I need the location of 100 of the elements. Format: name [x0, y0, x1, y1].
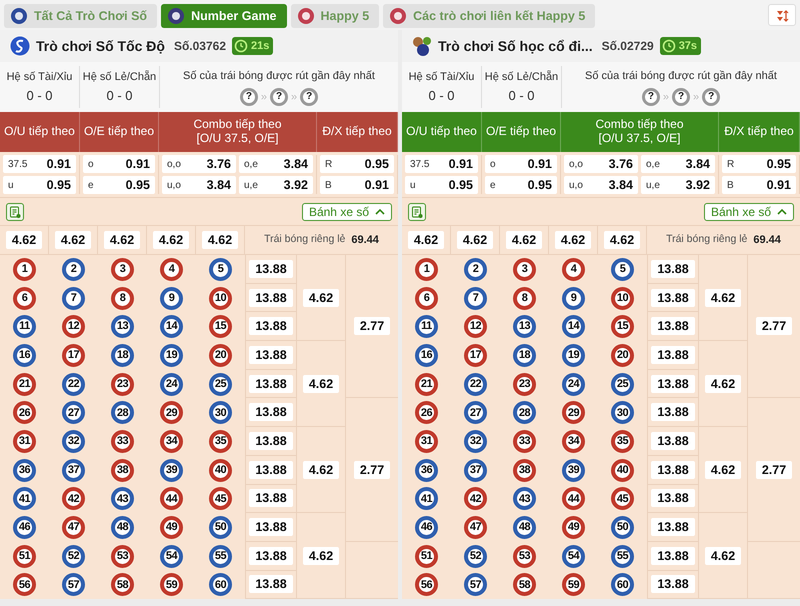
number-ball[interactable]: 39: [562, 458, 585, 482]
number-ball[interactable]: 34: [562, 430, 585, 453]
number-ball[interactable]: 36: [415, 458, 438, 482]
game-tab[interactable]: Number Game: [161, 4, 287, 28]
number-ball[interactable]: 14: [160, 315, 183, 338]
odds-button[interactable]: 13.88: [651, 460, 695, 479]
number-ball[interactable]: 18: [513, 344, 536, 367]
number-ball[interactable]: 21: [415, 372, 438, 396]
odds-button[interactable]: 13.88: [249, 288, 293, 307]
number-ball[interactable]: 41: [415, 487, 438, 510]
number-ball[interactable]: 33: [111, 430, 134, 453]
number-ball[interactable]: 31: [13, 430, 36, 453]
odds-button[interactable]: 13.88: [651, 489, 695, 508]
number-ball[interactable]: 41: [13, 487, 36, 510]
number-ball[interactable]: 8: [513, 286, 536, 310]
number-ball[interactable]: 60: [611, 573, 634, 596]
number-ball[interactable]: 35: [209, 430, 232, 453]
odds-option[interactable]: u,o 3.84: [162, 176, 236, 194]
number-ball[interactable]: 57: [62, 573, 85, 596]
odds-button[interactable]: 13.88: [651, 403, 695, 422]
number-ball[interactable]: 60: [209, 573, 232, 596]
odds-button[interactable]: 4.62: [202, 231, 238, 249]
number-ball[interactable]: 23: [513, 372, 536, 396]
number-ball[interactable]: 11: [13, 315, 36, 338]
number-ball[interactable]: 38: [111, 458, 134, 482]
odds-button[interactable]: 4.62: [302, 374, 340, 393]
number-ball[interactable]: 52: [62, 544, 85, 568]
number-ball[interactable]: 7: [62, 286, 85, 310]
odds-button[interactable]: 4.62: [456, 231, 494, 249]
number-ball[interactable]: 36: [13, 458, 36, 482]
odds-button[interactable]: 2.77: [756, 317, 792, 336]
odds-button[interactable]: 13.88: [249, 575, 293, 594]
odds-button[interactable]: 13.88: [249, 317, 293, 336]
number-ball[interactable]: 53: [513, 544, 536, 568]
number-ball[interactable]: 48: [513, 516, 536, 540]
number-ball[interactable]: 45: [209, 487, 232, 510]
number-ball[interactable]: 58: [111, 573, 134, 596]
number-ball[interactable]: 12: [62, 315, 85, 338]
sort-button[interactable]: [768, 4, 796, 26]
number-ball[interactable]: 27: [62, 401, 85, 424]
number-ball[interactable]: 43: [513, 487, 536, 510]
odds-button[interactable]: 13.88: [651, 317, 695, 336]
number-ball[interactable]: 22: [62, 372, 85, 396]
odds-button[interactable]: 13.88: [249, 260, 293, 278]
odds-option[interactable]: R 0.95: [722, 155, 796, 173]
odds-button[interactable]: 13.88: [651, 374, 695, 393]
odds-button[interactable]: 13.88: [651, 546, 695, 565]
odds-option[interactable]: e 0.95: [83, 176, 155, 194]
odds-option[interactable]: u,o 3.84: [564, 176, 638, 194]
number-ball[interactable]: 59: [160, 573, 183, 596]
number-ball[interactable]: 2: [62, 258, 85, 281]
number-ball[interactable]: 43: [111, 487, 134, 510]
number-ball[interactable]: 44: [160, 487, 183, 510]
odds-option[interactable]: u 0.95: [405, 176, 478, 194]
number-ball[interactable]: 46: [415, 516, 438, 540]
odds-option[interactable]: R 0.95: [320, 155, 394, 173]
odds-button[interactable]: 2.77: [354, 317, 390, 336]
odds-option[interactable]: o 0.91: [485, 155, 557, 173]
number-ball[interactable]: 45: [611, 487, 634, 510]
number-ball[interactable]: 54: [160, 544, 183, 568]
odds-button[interactable]: 13.88: [249, 374, 293, 393]
number-ball[interactable]: 48: [111, 516, 134, 540]
number-ball[interactable]: 49: [160, 516, 183, 540]
number-ball[interactable]: 51: [415, 544, 438, 568]
number-ball[interactable]: 30: [209, 401, 232, 424]
number-ball[interactable]: 42: [464, 487, 487, 510]
odds-option[interactable]: o,e 3.84: [239, 155, 313, 173]
odds-button[interactable]: 13.88: [249, 489, 293, 508]
odds-button[interactable]: 4.62: [554, 231, 592, 249]
number-ball[interactable]: 53: [111, 544, 134, 568]
odds-option[interactable]: o,e 3.84: [641, 155, 715, 173]
number-ball[interactable]: 59: [562, 573, 585, 596]
odds-button[interactable]: 4.62: [6, 231, 42, 249]
odds-button[interactable]: 13.88: [651, 575, 695, 594]
number-ball[interactable]: 49: [562, 516, 585, 540]
number-ball[interactable]: 15: [611, 315, 634, 338]
odds-option[interactable]: o,o 3.76: [564, 155, 638, 173]
odds-button[interactable]: 13.88: [249, 432, 293, 450]
odds-button[interactable]: 2.77: [756, 460, 792, 479]
number-ball[interactable]: 22: [464, 372, 487, 396]
number-ball[interactable]: 26: [13, 401, 36, 424]
odds-option[interactable]: e 0.95: [485, 176, 557, 194]
number-ball[interactable]: 20: [209, 344, 232, 367]
number-ball[interactable]: 3: [111, 258, 134, 281]
statistics-button[interactable]: [6, 202, 24, 220]
number-ball[interactable]: 24: [562, 372, 585, 396]
number-ball[interactable]: 37: [464, 458, 487, 482]
number-ball[interactable]: 20: [611, 344, 634, 367]
number-ball[interactable]: 55: [209, 544, 232, 568]
number-ball[interactable]: 8: [111, 286, 134, 310]
number-ball[interactable]: 38: [513, 458, 536, 482]
odds-option[interactable]: o,o 3.76: [162, 155, 236, 173]
statistics-button[interactable]: [408, 202, 426, 220]
number-ball[interactable]: 34: [160, 430, 183, 453]
odds-button[interactable]: 4.62: [302, 460, 340, 479]
number-ball[interactable]: 19: [562, 344, 585, 367]
number-ball[interactable]: 9: [562, 286, 585, 310]
number-ball[interactable]: 25: [611, 372, 634, 396]
number-ball[interactable]: 50: [209, 516, 232, 540]
odds-button[interactable]: 4.62: [704, 288, 742, 307]
